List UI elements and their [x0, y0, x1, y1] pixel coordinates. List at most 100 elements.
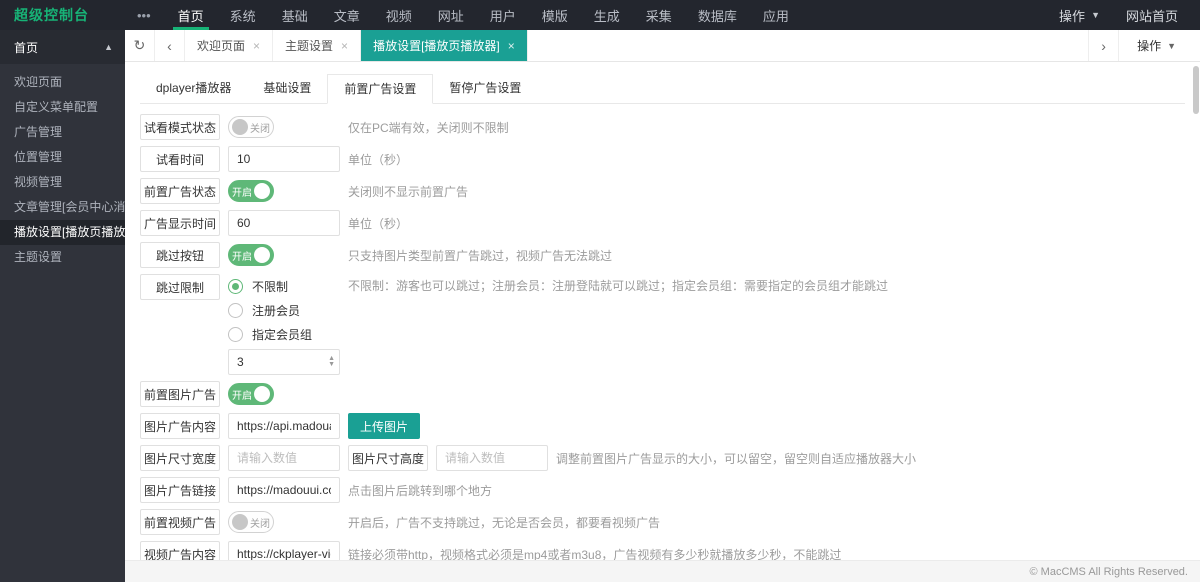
settings-form: 试看模式状态 关闭 仅在PC端有效，关闭则不限制 试看时间 [140, 114, 1185, 560]
sidebar: 首页 ▲ 欢迎页面 自定义菜单配置 广告管理 位置管理 视频管理 文章管理[会员… [0, 30, 125, 582]
image-width-input[interactable] [228, 445, 340, 471]
skip-button-toggle[interactable]: 开启 [228, 244, 274, 266]
topnav-item-collect[interactable]: 采集 [633, 0, 685, 30]
image-height-input[interactable] [436, 445, 548, 471]
radio-no-limit[interactable]: 不限制 [228, 274, 340, 298]
form-row-skip-restriction: 跳过限制 不限制 注册会员 [140, 274, 1185, 375]
spinner-down-icon[interactable]: ▼ [328, 362, 335, 368]
tab-label: 欢迎页面 [197, 37, 245, 54]
topnav-item-database[interactable]: 数据库 [685, 0, 750, 30]
tab-theme-settings[interactable]: 主题设置 × [273, 30, 361, 61]
toggle-label: 开启 [232, 248, 252, 263]
collapse-menu-icon[interactable]: ••• [137, 8, 151, 23]
sidebar-item-article-manage[interactable]: 文章管理[会员中心消息] [0, 195, 125, 220]
tab-welcome[interactable]: 欢迎页面 × [185, 30, 273, 61]
member-group-input[interactable] [228, 349, 340, 375]
field-hint: 单位（秒） [348, 151, 408, 168]
topnav-item-home[interactable]: 首页 [165, 0, 217, 30]
field-label: 图片广告内容 [140, 413, 220, 439]
video-ad-url-input[interactable] [228, 541, 340, 560]
tab-basic-settings[interactable]: 基础设置 [247, 74, 327, 104]
toggle-knob [254, 183, 270, 199]
topnav-item-video[interactable]: 视频 [373, 0, 425, 30]
caret-up-icon: ▲ [104, 42, 113, 52]
topnav-item-article[interactable]: 文章 [321, 0, 373, 30]
sidebar-item-play-settings[interactable]: 播放设置[播放页播放器] [0, 220, 125, 245]
toggle-label: 关闭 [250, 515, 270, 530]
radio-label: 注册会员 [252, 302, 300, 319]
form-row-image-link: 图片广告链接 点击图片后跳转到哪个地方 [140, 477, 1185, 503]
topnav-item-user[interactable]: 用户 [477, 0, 529, 30]
copyright-text: © MacCMS All Rights Reserved. [1030, 566, 1189, 578]
scrollbar-thumb[interactable] [1193, 66, 1199, 114]
radio-specified-group[interactable]: 指定会员组 [228, 322, 340, 346]
refresh-icon[interactable]: ↻ [125, 30, 155, 61]
tab-pause-ad-settings[interactable]: 暂停广告设置 [433, 74, 537, 104]
sidebar-header-home[interactable]: 首页 ▲ [0, 30, 125, 64]
topnav-item-basic[interactable]: 基础 [269, 0, 321, 30]
skip-restriction-radio-group: 不限制 注册会员 指定会员组 [228, 274, 340, 346]
preroll-image-toggle[interactable]: 开启 [228, 383, 274, 405]
field-hint: 开启后，广告不支持跳过，无论是否会员，都要看视频广告 [348, 514, 660, 531]
form-row-preroll-status: 前置广告状态 开启 关闭则不显示前置广告 [140, 178, 1185, 204]
form-row-image-size: 图片尺寸宽度 图片尺寸高度 调整前置图片广告显示的大小，可以留空，留空则自适应播… [140, 445, 1185, 471]
trial-mode-toggle[interactable]: 关闭 [228, 116, 274, 138]
form-row-preroll-image: 前置图片广告 开启 [140, 381, 1185, 407]
preroll-status-toggle[interactable]: 开启 [228, 180, 274, 202]
ad-time-input[interactable] [228, 210, 340, 236]
tab-label: 播放设置[播放页播放器] [373, 37, 500, 54]
sidebar-item-custom-menu[interactable]: 自定义菜单配置 [0, 95, 125, 120]
tab-play-settings[interactable]: 播放设置[播放页播放器] × [361, 30, 528, 61]
number-spinner: ▲ ▼ [328, 349, 335, 375]
close-icon[interactable]: × [341, 39, 348, 53]
tab-dplayer[interactable]: dplayer播放器 [140, 74, 247, 104]
field-label: 前置广告状态 [140, 178, 220, 204]
preroll-video-toggle[interactable]: 关闭 [228, 511, 274, 533]
form-row-image-content: 图片广告内容 上传图片 [140, 413, 1185, 439]
form-row-trial-time: 试看时间 单位（秒） [140, 146, 1185, 172]
field-hint: 点击图片后跳转到哪个地方 [348, 482, 492, 499]
chevron-right-icon[interactable]: › [1088, 30, 1118, 61]
sidebar-item-video-manage[interactable]: 视频管理 [0, 170, 125, 195]
field-label: 图片尺寸高度 [348, 445, 428, 471]
image-link-input[interactable] [228, 477, 340, 503]
field-label: 图片广告链接 [140, 477, 220, 503]
sidebar-item-theme-settings[interactable]: 主题设置 [0, 245, 125, 270]
sidebar-item-position[interactable]: 位置管理 [0, 145, 125, 170]
topnav-item-app[interactable]: 应用 [750, 0, 802, 30]
image-ad-url-input[interactable] [228, 413, 340, 439]
trial-time-input[interactable] [228, 146, 340, 172]
toggle-knob [254, 247, 270, 263]
tabbar-action-dropdown[interactable]: 操作 ▼ [1118, 30, 1200, 61]
tab-label: 主题设置 [285, 37, 333, 54]
tabbar-action-label: 操作 [1137, 37, 1161, 54]
close-icon[interactable]: × [253, 39, 260, 53]
sidebar-item-welcome[interactable]: 欢迎页面 [0, 70, 125, 95]
field-hint: 调整前置图片广告显示的大小，可以留空，留空则自适应播放器大小 [556, 450, 916, 467]
field-label: 前置图片广告 [140, 381, 220, 407]
topnav-item-website[interactable]: 网址 [425, 0, 477, 30]
radio-label: 不限制 [252, 278, 288, 295]
topnav-item-system[interactable]: 系统 [217, 0, 269, 30]
upload-image-button[interactable]: 上传图片 [348, 413, 420, 439]
radio-icon [228, 303, 243, 318]
field-hint: 仅在PC端有效，关闭则不限制 [348, 119, 509, 136]
radio-icon [228, 279, 243, 294]
tab-preroll-ad-settings[interactable]: 前置广告设置 [327, 74, 433, 104]
sidebar-items: 欢迎页面 自定义菜单配置 广告管理 位置管理 视频管理 文章管理[会员中心消息]… [0, 64, 125, 270]
sidebar-item-ad-manage[interactable]: 广告管理 [0, 120, 125, 145]
topbar-action-dropdown[interactable]: 操作 ▼ [1059, 6, 1100, 25]
main-area: ↻ ‹ 欢迎页面 × 主题设置 × 播放设置[播放页播放器] × › 操作 ▼ [125, 30, 1200, 582]
topnav-item-generate[interactable]: 生成 [581, 0, 633, 30]
form-row-video-content: 视频广告内容 链接必须带http，视频格式必须是mp4或者m3u8，广告视频有多… [140, 541, 1185, 560]
close-icon[interactable]: × [508, 39, 515, 53]
radio-registered-member[interactable]: 注册会员 [228, 298, 340, 322]
site-home-link[interactable]: 网站首页 [1126, 6, 1178, 25]
topnav-item-template[interactable]: 模版 [529, 0, 581, 30]
chevron-left-icon[interactable]: ‹ [155, 30, 185, 61]
app-logo: 超级控制台 [14, 5, 89, 25]
toggle-label: 开启 [232, 184, 252, 199]
toggle-label: 关闭 [250, 120, 270, 135]
topbar-right: 操作 ▼ 网站首页 [1059, 0, 1200, 30]
top-bar: 超级控制台 ••• 首页 系统 基础 文章 视频 网址 用户 模版 生成 采集 … [0, 0, 1200, 30]
